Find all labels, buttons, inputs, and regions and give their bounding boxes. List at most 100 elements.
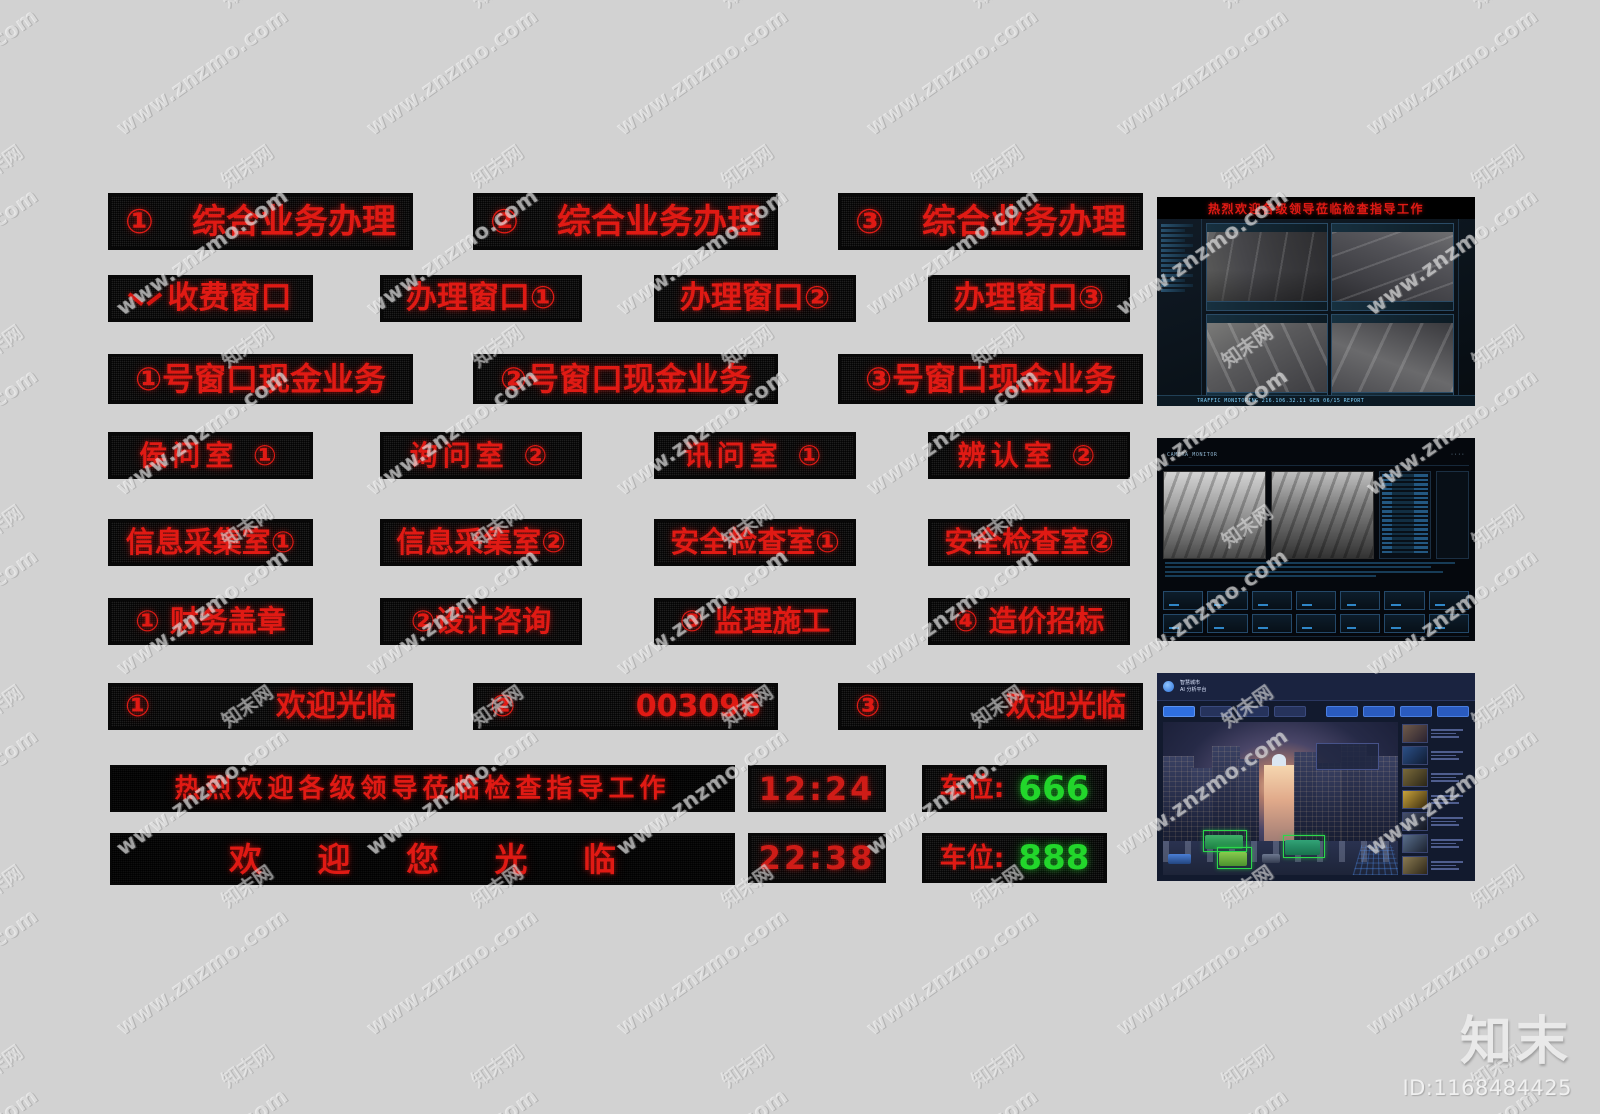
led-sign-label: ② 综合业务办理 <box>476 205 775 239</box>
sign-number: ① <box>125 688 151 724</box>
ai-tab-realtime[interactable] <box>1163 705 1195 717</box>
cctv-monitor[interactable]: 热烈欢迎各级领导莅临检查指导工作 TRAFFIC MONITORING 216.… <box>1157 197 1475 406</box>
detection-box <box>1282 834 1325 859</box>
led-clock-1[interactable]: 12:24 <box>748 765 886 812</box>
console-keypad[interactable] <box>1436 471 1470 559</box>
ai-city-monitor[interactable]: 智慧城市 AI 分析平台 <box>1157 673 1475 881</box>
list-item[interactable] <box>1401 856 1469 876</box>
led-sign-xianjin-3[interactable]: ③号窗口现金业务 <box>838 354 1143 404</box>
led-sign-huanying-1[interactable]: ① 欢迎光临 <box>108 683 413 730</box>
parking-label: 车位: <box>939 842 1005 874</box>
console-channel-tile[interactable] <box>1163 613 1204 633</box>
ai-tab-history[interactable] <box>1200 705 1232 717</box>
cctv-control-panel[interactable] <box>1157 219 1202 406</box>
led-sign-label: ① 综合业务办理 <box>111 205 410 239</box>
console-channel-tiles <box>1163 587 1469 633</box>
sign-text: 综合业务办理 <box>557 201 761 242</box>
cctv-camera-grid <box>1202 219 1459 406</box>
console-video-left[interactable] <box>1163 471 1267 559</box>
list-item[interactable] <box>1401 767 1469 787</box>
sign-text: 安全检查室② <box>944 525 1114 559</box>
console-channel-tile[interactable] <box>1428 613 1469 633</box>
list-item[interactable] <box>1401 833 1469 854</box>
ai-tab-alerts[interactable] <box>1237 705 1269 717</box>
list-item[interactable] <box>1401 723 1469 743</box>
list-item[interactable] <box>1401 745 1469 765</box>
ai-action-1[interactable] <box>1326 705 1358 717</box>
led-sign-jianli[interactable]: ③ 监理施工 <box>654 598 856 645</box>
list-item[interactable] <box>1401 811 1469 831</box>
thumbnail <box>1401 767 1428 787</box>
mount-tabs <box>111 354 410 357</box>
led-sign-zonghe-2[interactable]: ② 综合业务办理 <box>473 193 778 250</box>
console-video-right[interactable] <box>1271 471 1375 559</box>
led-sign-huanying-3[interactable]: ③ 欢迎光临 <box>838 683 1143 730</box>
led-sign-banli-2[interactable]: 办理窗口② <box>654 275 856 322</box>
led-banner-welcome-you[interactable]: 欢 迎 您 光 临 <box>110 833 735 885</box>
ai-tab-settings[interactable] <box>1274 705 1306 717</box>
analysis-console-monitor[interactable]: CAMERA_MONITOR ···· <box>1157 438 1475 641</box>
console-log-area <box>1163 559 1469 587</box>
led-sign-caiwu[interactable]: ① 财务盖章 <box>108 598 313 645</box>
ai-app-title: 智慧城市 AI 分析平台 <box>1180 680 1207 693</box>
console-channel-tile[interactable] <box>1428 590 1469 610</box>
led-sign-anjian-2[interactable]: 安全检查室② <box>928 519 1130 566</box>
console-channel-tile[interactable] <box>1251 613 1292 633</box>
ai-toolbar <box>1157 701 1475 722</box>
led-sign-sheji[interactable]: ②设计咨询 <box>380 598 582 645</box>
led-sign-xianjin-1[interactable]: ①号窗口现金业务 <box>108 354 413 404</box>
cctv-camera-tile[interactable] <box>1205 223 1329 311</box>
console-channel-tile[interactable] <box>1295 590 1337 610</box>
console-channel-tile[interactable] <box>1163 590 1204 610</box>
led-parking-1[interactable]: 车位: 666 <box>922 765 1107 812</box>
led-parking-2[interactable]: 车位: 888 <box>922 833 1107 883</box>
sign-text: 讯问室 ① <box>683 438 827 472</box>
led-sign-xunwen-2[interactable]: 询问室 ② <box>380 432 582 479</box>
console-channel-tile[interactable] <box>1384 613 1425 633</box>
ai-action-4[interactable] <box>1437 705 1469 717</box>
console-footer-bar <box>1163 635 1469 641</box>
ai-action-3[interactable] <box>1400 705 1432 717</box>
led-banner-welcome-leaders[interactable]: 热烈欢迎各级领导莅临检查指导工作 <box>110 765 735 812</box>
led-clock-2[interactable]: 22:38 <box>748 833 886 883</box>
cctv-camera-tile[interactable] <box>1331 314 1455 402</box>
sign-text: 欢迎光临 <box>1006 688 1126 724</box>
mount-tabs <box>111 193 410 196</box>
console-channel-tile[interactable] <box>1340 590 1381 610</box>
mount-tabs <box>111 275 310 278</box>
led-sign-shoufei-chuangkou[interactable]: 收费窗口 <box>108 275 313 322</box>
led-sign-zonghe-3[interactable]: ③ 综合业务办理 <box>838 193 1143 250</box>
console-channel-tile[interactable] <box>1207 590 1248 610</box>
led-sign-anjian-1[interactable]: 安全检查室① <box>654 519 856 566</box>
console-channel-tile[interactable] <box>1207 613 1248 633</box>
led-sign-banli-1[interactable]: 办理窗口① <box>380 275 582 322</box>
console-event-list[interactable] <box>1379 471 1432 559</box>
console-channel-tile[interactable] <box>1295 613 1337 633</box>
clock-value: 12:24 <box>758 769 876 808</box>
console-channel-tile[interactable] <box>1251 590 1292 610</box>
led-sign-zonghe-1[interactable]: ① 综合业务办理 <box>108 193 413 250</box>
vehicle-car-1 <box>1167 853 1192 865</box>
led-sign-counter-2[interactable]: ② 003096 <box>473 683 778 730</box>
led-sign-xunwen-1[interactable]: 讯问室 ① <box>654 432 856 479</box>
led-sign-caiji-1[interactable]: 信息采集室① <box>108 519 313 566</box>
led-sign-caiji-2[interactable]: 信息采集室② <box>380 519 582 566</box>
led-sign-houwen-1[interactable]: 侯问室 ① <box>108 432 313 479</box>
list-item[interactable] <box>1401 789 1469 809</box>
cctv-status-bar: TRAFFIC MONITORING 216.106.32.11 GEN 06/… <box>1157 395 1475 406</box>
console-channel-tile[interactable] <box>1340 613 1381 633</box>
radar-grid-overlay <box>1352 844 1398 875</box>
cctv-side-rail <box>1458 219 1475 406</box>
tower-dome <box>1272 754 1287 767</box>
ai-city-video[interactable] <box>1163 721 1398 875</box>
ai-detection-list[interactable] <box>1401 722 1469 876</box>
ai-action-2[interactable] <box>1363 705 1395 717</box>
led-sign-banli-3[interactable]: 办理窗口③ <box>928 275 1130 322</box>
console-channel-tile[interactable] <box>1384 590 1425 610</box>
led-sign-xianjin-2[interactable]: ②号窗口现金业务 <box>473 354 778 404</box>
cctv-camera-tile[interactable] <box>1331 223 1455 311</box>
console-layout: CAMERA_MONITOR ···· <box>1157 438 1475 641</box>
led-sign-zaojia[interactable]: ④ 造价招标 <box>928 598 1130 645</box>
led-sign-bianren-2[interactable]: 辨认室 ② <box>928 432 1130 479</box>
cctv-camera-tile[interactable] <box>1205 314 1329 402</box>
